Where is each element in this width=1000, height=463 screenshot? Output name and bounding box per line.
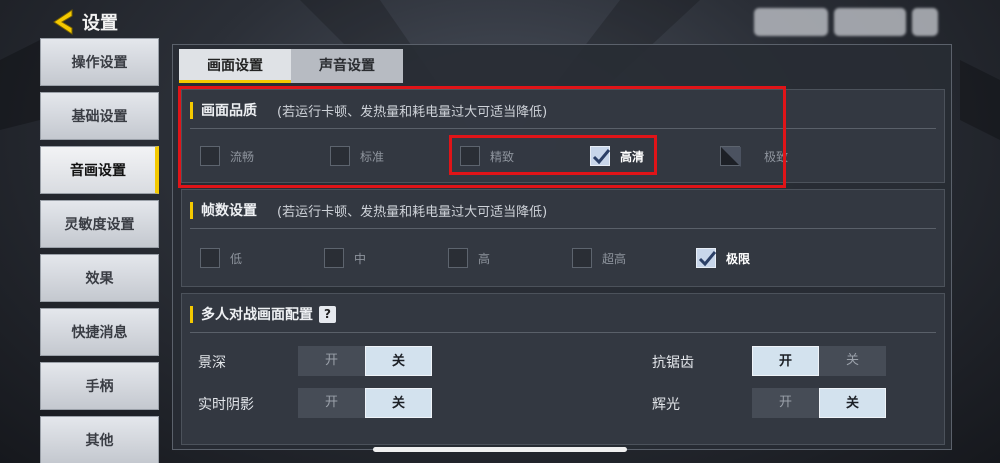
checkmark-icon — [698, 251, 717, 267]
fps-option-very-high[interactable]: 超高 — [572, 248, 626, 268]
sidebar-item-label: 灵敏度设置 — [64, 217, 135, 233]
sidebar-item-controller[interactable]: 手柄 — [40, 362, 159, 410]
checkmark-icon — [592, 149, 611, 165]
back-arrow-icon[interactable] — [50, 7, 80, 37]
multiplayer-header: 多人对战画面配置 ? — [190, 304, 336, 324]
quality-option-standard[interactable]: 标准 — [330, 146, 384, 166]
sidebar-item-label: 其他 — [85, 433, 114, 449]
option-label: 高 — [478, 251, 491, 266]
top-blurred-button-1[interactable] — [754, 8, 828, 36]
option-label: 极限 — [726, 251, 751, 266]
sidebar-item-label: 手柄 — [85, 379, 114, 395]
setting-label-depth-of-field: 景深 — [198, 355, 226, 371]
checkbox[interactable] — [460, 146, 480, 166]
checkbox[interactable] — [324, 248, 344, 268]
sidebar: 操作设置 基础设置 音画设置 灵敏度设置 效果 快捷消息 手柄 其他 — [40, 38, 162, 463]
sidebar-item-label: 操作设置 — [71, 55, 128, 71]
page-title: 设置 — [82, 13, 118, 34]
top-bar: 设置 — [0, 0, 1000, 42]
fps-option-low[interactable]: 低 — [200, 248, 242, 268]
option-label: 超高 — [602, 251, 627, 266]
toggle-on-option[interactable]: 开 — [752, 346, 819, 376]
sidebar-item-controls[interactable]: 操作设置 — [40, 38, 159, 86]
multiplayer-title: 多人对战画面配置 — [201, 307, 313, 323]
checkbox-checked[interactable] — [696, 248, 717, 268]
quality-section: 画面品质 (若运行卡顿、发热量和耗电量过大可适当降低) 流畅 标准 精致 高清 … — [181, 89, 945, 183]
tab-sound-settings[interactable]: 声音设置 — [291, 49, 403, 83]
realtime-shadow-toggle: 开 关 — [298, 388, 432, 418]
option-label: 极致 — [764, 149, 789, 164]
option-label: 精致 — [490, 149, 515, 164]
option-label: 中 — [354, 251, 367, 266]
toggle-on-option[interactable]: 开 — [752, 388, 819, 418]
quality-option-fine[interactable]: 精致 — [460, 146, 514, 166]
glow-toggle: 开 关 — [752, 388, 886, 418]
toggle-off-option[interactable]: 关 — [819, 388, 886, 418]
sidebar-item-label: 快捷消息 — [71, 325, 128, 341]
checkbox[interactable] — [448, 248, 468, 268]
help-icon[interactable]: ? — [319, 305, 336, 323]
quality-header: 画面品质 (若运行卡顿、发热量和耗电量过大可适当降低) — [190, 100, 547, 120]
checkbox[interactable] — [572, 248, 592, 268]
option-label: 高清 — [620, 149, 645, 164]
toggle-off-option[interactable]: 关 — [365, 388, 432, 418]
accent-bar — [190, 101, 193, 119]
anti-aliasing-toggle: 开 关 — [752, 346, 886, 376]
divider — [190, 128, 936, 129]
checkbox[interactable] — [200, 248, 220, 268]
toggle-off-option[interactable]: 关 — [819, 346, 886, 376]
fps-option-high[interactable]: 高 — [448, 248, 490, 268]
fps-title: 帧数设置 — [201, 203, 257, 219]
settings-panel: 画面设置 声音设置 画面品质 (若运行卡顿、发热量和耗电量过大可适当降低) 流畅… — [172, 44, 952, 450]
quality-note: (若运行卡顿、发热量和耗电量过大可适当降低) — [277, 104, 548, 120]
fps-header: 帧数设置 (若运行卡顿、发热量和耗电量过大可适当降低) — [190, 200, 547, 220]
fps-section: 帧数设置 (若运行卡顿、发热量和耗电量过大可适当降低) 低 中 高 超高 极限 — [181, 189, 945, 287]
checkbox[interactable] — [330, 146, 350, 166]
quality-option-smooth[interactable]: 流畅 — [200, 146, 254, 166]
setting-label-realtime-shadow: 实时阴影 — [198, 397, 254, 413]
option-label: 标准 — [360, 149, 385, 164]
sidebar-item-other[interactable]: 其他 — [40, 416, 159, 463]
sidebar-item-sensitivity[interactable]: 灵敏度设置 — [40, 200, 159, 248]
accent-bar — [190, 201, 193, 219]
sidebar-item-audio-video[interactable]: 音画设置 — [40, 146, 159, 194]
toggle-on-option[interactable]: 开 — [298, 388, 365, 418]
multiplayer-section: 多人对战画面配置 ? 景深 开 关 实时阴影 开 关 抗锯齿 开 关 辉光 开 … — [181, 293, 945, 445]
sidebar-item-quick-messages[interactable]: 快捷消息 — [40, 308, 159, 356]
setting-label-glow: 辉光 — [652, 397, 680, 413]
checkbox[interactable] — [200, 146, 220, 166]
top-blurred-close-button[interactable] — [912, 8, 938, 36]
accent-bar — [190, 305, 193, 323]
tab-display-settings[interactable]: 画面设置 — [179, 49, 291, 83]
sidebar-item-label: 效果 — [85, 271, 114, 287]
quality-title: 画面品质 — [201, 103, 257, 119]
toggle-on-option[interactable]: 开 — [298, 346, 365, 376]
sidebar-item-basic[interactable]: 基础设置 — [40, 92, 159, 140]
divider — [190, 228, 936, 229]
fps-option-extreme[interactable]: 极限 — [696, 248, 750, 268]
depth-of-field-toggle: 开 关 — [298, 346, 432, 376]
top-blurred-button-2[interactable] — [834, 8, 906, 36]
option-label: 流畅 — [230, 149, 255, 164]
setting-label-anti-aliasing: 抗锯齿 — [652, 355, 694, 371]
fps-note: (若运行卡顿、发热量和耗电量过大可适当降低) — [277, 204, 548, 220]
diagonal-stripe-icon — [721, 147, 741, 167]
quality-option-hd[interactable]: 高清 — [590, 146, 644, 166]
sidebar-item-effects[interactable]: 效果 — [40, 254, 159, 302]
checkbox-disabled[interactable] — [720, 146, 741, 167]
sidebar-item-label: 基础设置 — [71, 109, 128, 125]
option-label: 低 — [230, 251, 243, 266]
checkbox-checked[interactable] — [590, 146, 611, 166]
fps-option-medium[interactable]: 中 — [324, 248, 366, 268]
divider — [190, 332, 936, 333]
home-indicator[interactable] — [373, 447, 627, 452]
sidebar-item-label: 音画设置 — [70, 163, 126, 179]
quality-option-ultra[interactable]: 极致 — [720, 146, 789, 167]
toggle-off-option[interactable]: 关 — [365, 346, 432, 376]
